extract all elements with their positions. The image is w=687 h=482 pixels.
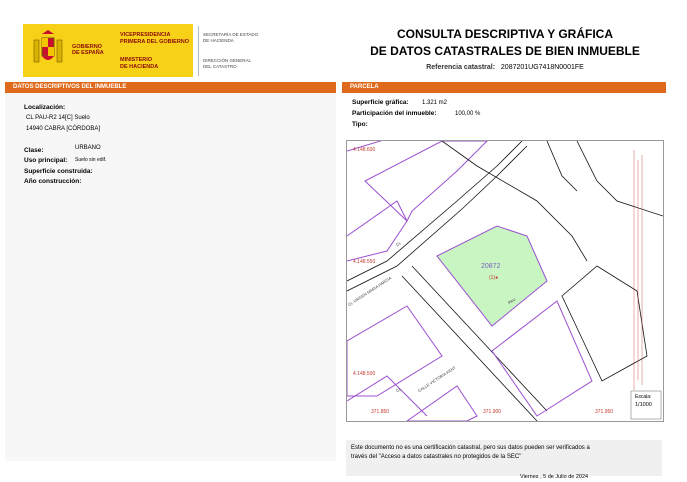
coord-x1: 371.850 xyxy=(371,409,390,415)
notice-line1: Este documento no es una certificación c… xyxy=(351,445,590,451)
superficie-construida-label: Superficie construida: xyxy=(24,168,93,175)
localizacion-label: Localización: xyxy=(24,104,66,111)
map-drawing xyxy=(346,135,664,422)
coord-x3: 371.950 xyxy=(595,409,614,415)
notice-line2: través del "Acceso a datos catastrales n… xyxy=(351,454,522,460)
page-title: CONSULTA DESCRIPTIVA Y GRÁFICA DE DATOS … xyxy=(370,27,640,58)
scale-label: Escala: xyxy=(635,394,652,400)
coat-of-arms-icon xyxy=(33,30,63,63)
uso-label: Uso principal: xyxy=(24,157,68,164)
coord-y2: 4.148.550 xyxy=(353,259,376,265)
parcel-number: 20872 xyxy=(481,263,501,270)
coord-x2: 371.900 xyxy=(483,409,502,415)
participacion-value: 100,00 % xyxy=(455,111,481,117)
section-title-descriptive: DATOS DESCRIPTIVOS DEL INMUEBLE xyxy=(5,82,336,93)
disclaimer-notice: Este documento no es una certificación c… xyxy=(346,440,662,476)
coord-y3: 4.148.500 xyxy=(353,371,376,377)
superficie-grafica-value: 1.321 m2 xyxy=(422,100,448,106)
cadastral-reference: Referencia catastral: 2087201UG7418N0001… xyxy=(345,64,665,71)
parcel-outline xyxy=(364,140,489,222)
section-title-parcela: PARCELA xyxy=(342,82,666,93)
parcel-outline xyxy=(491,300,593,417)
vicepresidencia-text: VICEPRESIDENCIA PRIMERA DEL GOBIERNO xyxy=(120,32,190,45)
cadastral-map[interactable]: 4.148.600 4.148.550 4.148.500 371.850 37… xyxy=(346,135,664,422)
descriptive-panel xyxy=(5,93,336,461)
vertical-legend xyxy=(633,150,643,390)
ref-label: Referencia catastral: xyxy=(426,64,496,71)
document-date: Viernes , 5 de Julio de 2024 xyxy=(520,474,589,480)
tipo-label: Tipo: xyxy=(352,121,368,128)
ref-value: 2087201UG7418N0001FE xyxy=(500,64,584,71)
superficie-grafica-label: Superficie gráfica: xyxy=(352,99,409,106)
building-edge xyxy=(546,140,578,192)
localizacion-line1: CL PAU-R2 14[C] Suelo xyxy=(26,115,90,121)
anio-construccion-label: Año construcción: xyxy=(24,178,82,185)
direccion-text: DIRECCIÓN GENERAL DEL CATASTRO xyxy=(203,58,252,69)
secretaria-text: SECRETARÍA DE ESTADO DE HACIENDA xyxy=(203,32,259,43)
building-edge xyxy=(576,140,664,217)
participacion-label: Participación del inmueble: xyxy=(352,110,437,117)
scale-value: 1/1000 xyxy=(635,402,652,408)
parcel-marker-icon: (1)● xyxy=(489,275,499,281)
clase-label: Clase: xyxy=(24,147,44,154)
clase-value: URBANO xyxy=(75,145,101,151)
localizacion-line2: 14940 CABRA [CÓRDOBA] xyxy=(26,126,101,132)
coord-y1: 4.148.600 xyxy=(353,147,376,153)
uso-value: Suelo sin edif. xyxy=(75,157,107,163)
gobierno-text: GOBIERNO DE ESPAÑA xyxy=(72,44,104,56)
ministerio-text: MINISTERIO DE HACIENDA xyxy=(120,57,159,70)
